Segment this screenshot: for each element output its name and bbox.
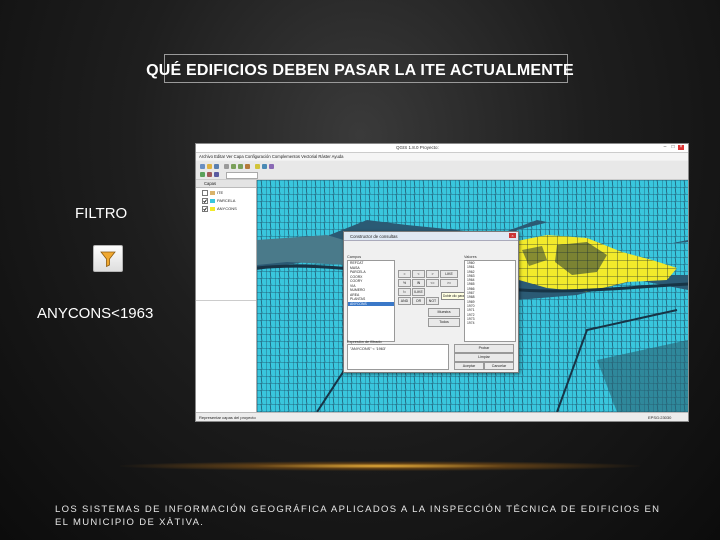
operator-in-button[interactable]: IN bbox=[412, 279, 425, 287]
close-icon[interactable]: × bbox=[678, 145, 684, 150]
pan-icon[interactable] bbox=[224, 164, 229, 169]
operator-gte-button[interactable]: >= bbox=[440, 279, 458, 287]
operator-equals-button[interactable]: = bbox=[398, 270, 411, 278]
status-bar: Representar capas del proyecto EPSG:2303… bbox=[196, 412, 688, 421]
ok-button[interactable]: Aceptar bbox=[454, 362, 484, 370]
layers-panel-title: Capas bbox=[204, 181, 217, 186]
operator-like-button[interactable]: LIKE bbox=[440, 270, 458, 278]
values-list[interactable]: 1960 1961 1962 1963 1964 1965 1966 1967 … bbox=[464, 260, 516, 342]
open-icon[interactable] bbox=[207, 164, 212, 169]
layer-item-anycons[interactable]: ANYCONS bbox=[202, 206, 254, 212]
cancel-button[interactable]: Cancelar bbox=[484, 362, 514, 370]
dialog-title: Constructor de consultas bbox=[350, 233, 398, 239]
list-item-selected[interactable]: ANYCONS bbox=[348, 301, 394, 306]
values-label: Valores bbox=[464, 255, 477, 259]
layer-item-parcela[interactable]: PARCELA bbox=[202, 198, 254, 204]
operator-not-equal-button[interactable]: != bbox=[398, 288, 411, 296]
fields-label: Campos bbox=[347, 255, 362, 259]
expression-label: Expresión de filtrado bbox=[347, 340, 382, 344]
window-title-bar: QGIS 1.8.0 Proyecto: – □ × bbox=[196, 144, 688, 153]
select-icon[interactable] bbox=[255, 164, 260, 169]
maximize-icon[interactable]: □ bbox=[670, 145, 676, 150]
fields-list[interactable]: REFCAT MASA PARCELA COORX COORY VIA NUME… bbox=[347, 260, 395, 342]
add-raster-icon[interactable] bbox=[207, 172, 212, 177]
minimize-icon[interactable]: – bbox=[662, 145, 668, 150]
operator-lte-button[interactable]: <= bbox=[426, 279, 439, 287]
slide-title: QUÉ EDIFICIOS DEBEN PASAR LA ITE ACTUALM… bbox=[146, 62, 574, 79]
measure-icon[interactable] bbox=[269, 164, 274, 169]
zoom-out-icon[interactable] bbox=[238, 164, 243, 169]
operator-less-button[interactable]: < bbox=[412, 270, 425, 278]
new-project-icon[interactable] bbox=[200, 164, 205, 169]
checkbox-checked-icon[interactable] bbox=[202, 198, 208, 204]
expression-text: "ANYCONS" < '1963' bbox=[350, 347, 386, 351]
toolbar bbox=[196, 161, 688, 180]
menu-items[interactable]: Archivo Editar Ver Capa Configuración Co… bbox=[199, 154, 343, 159]
zoom-in-icon[interactable] bbox=[231, 164, 236, 169]
window-title: QGIS 1.8.0 Proyecto: bbox=[396, 145, 439, 150]
operator-or-button[interactable]: OR bbox=[412, 297, 425, 305]
status-message: Representar capas del proyecto bbox=[199, 415, 256, 420]
add-postgis-icon[interactable] bbox=[214, 172, 219, 177]
filter-label: FILTRO bbox=[75, 205, 128, 222]
layer-symbol-icon bbox=[210, 207, 215, 211]
list-item[interactable]: 1974 bbox=[465, 321, 515, 325]
query-builder-dialog: Constructor de consultas × Campos Valore… bbox=[343, 231, 519, 373]
filter-expression: ANYCONS<1963 bbox=[37, 305, 154, 322]
all-button[interactable]: Todos bbox=[428, 318, 460, 327]
layers-panel-header: Capas bbox=[196, 180, 256, 188]
checkbox-checked-icon[interactable] bbox=[202, 206, 208, 212]
operator-percent-button[interactable]: % bbox=[398, 279, 411, 287]
qgis-screenshot: QGIS 1.8.0 Proyecto: – □ × Archivo Edita… bbox=[195, 143, 689, 422]
layer-symbol-icon bbox=[210, 199, 215, 203]
layers-panel: Capas ITE PARCELA ANYCONS bbox=[196, 180, 257, 412]
close-icon[interactable]: × bbox=[509, 233, 516, 238]
add-vector-icon[interactable] bbox=[200, 172, 205, 177]
layer-item-ite[interactable]: ITE bbox=[202, 190, 254, 196]
dialog-title-bar: Constructor de consultas × bbox=[344, 232, 518, 241]
sample-button[interactable]: Muestra bbox=[428, 308, 460, 317]
menu-bar[interactable]: Archivo Editar Ver Capa Configuración Co… bbox=[196, 153, 688, 160]
test-button[interactable]: Probar bbox=[454, 344, 514, 353]
save-icon[interactable] bbox=[214, 164, 219, 169]
funnel-icon bbox=[93, 245, 123, 272]
operator-greater-button[interactable]: > bbox=[426, 270, 439, 278]
zoom-full-icon[interactable] bbox=[245, 164, 250, 169]
operator-and-button[interactable]: AND bbox=[398, 297, 411, 305]
operator-not-button[interactable]: NOT bbox=[426, 297, 439, 305]
expression-input[interactable]: "ANYCONS" < '1963' bbox=[347, 344, 449, 370]
panel-divider bbox=[196, 300, 256, 301]
map-canvas[interactable]: Constructor de consultas × Campos Valore… bbox=[257, 180, 688, 412]
identify-icon[interactable] bbox=[262, 164, 267, 169]
folder-icon bbox=[210, 191, 215, 195]
checkbox-icon[interactable] bbox=[202, 190, 208, 196]
slide-footer: LOS SISTEMAS DE INFORMACIÓN GEOGRÁFICA A… bbox=[55, 504, 661, 528]
scale-combo[interactable] bbox=[226, 172, 258, 179]
decorative-glow bbox=[120, 461, 640, 471]
crs-indicator[interactable]: EPSG:23030 bbox=[648, 415, 671, 420]
clear-button[interactable]: Limpiar bbox=[454, 353, 514, 362]
operator-ilike-button[interactable]: ILIKE bbox=[412, 288, 425, 296]
